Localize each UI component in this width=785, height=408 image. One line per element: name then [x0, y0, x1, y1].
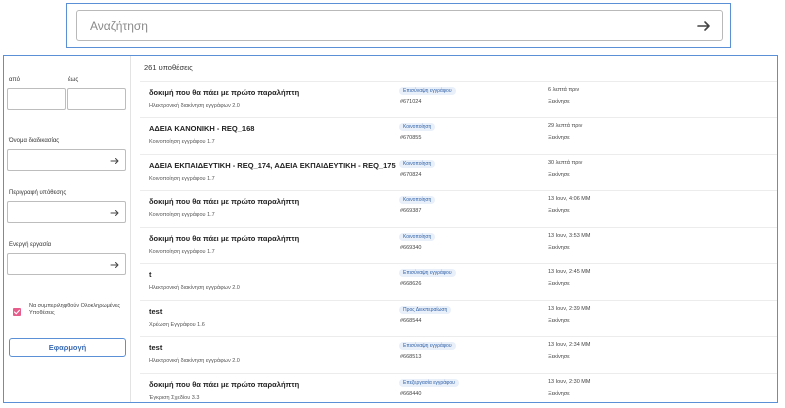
case-number: #670855	[400, 135, 422, 141]
active-task-label: Ενεργή εργασία	[9, 242, 52, 248]
case-time: 6 λεπτά πριν	[548, 87, 580, 93]
case-status: Ξεκίνησε	[548, 172, 570, 178]
case-number: #670824	[400, 172, 422, 178]
case-time: 13 Ιουν, 2:30 ΜΜ	[548, 379, 591, 385]
case-title: δοκιμή που θα πάει με πρώτο παραλήπτη	[149, 380, 300, 389]
task-badge: Επεξεργασία εγγράφου	[399, 379, 459, 387]
case-number: #668513	[400, 354, 422, 360]
case-status: Ξεκίνησε	[548, 281, 570, 287]
case-number: #671024	[400, 99, 422, 105]
include-completed-label: Να συμπεριληφθούν Ολοκληρωμένες Υποθέσει…	[29, 303, 121, 316]
case-title: ΑΔΕΙΑ ΚΑΝΟΝΙΚΗ - REQ_168	[149, 124, 255, 133]
list-item[interactable]: ΑΔΕΙΑ ΕΚΠΑΙΔΕΥΤΙΚΗ - REQ_174, ΑΔΕΙΑ ΕΚΠΑ…	[140, 154, 777, 190]
list-item[interactable]: test Ηλεκτρονική διακίνηση εγγράφων 2.0 …	[140, 336, 777, 372]
arrow-right-icon[interactable]	[110, 156, 120, 166]
case-time: 13 Ιουν, 2:39 ΜΜ	[548, 306, 591, 312]
from-label: από	[9, 77, 20, 83]
case-title: ΑΔΕΙΑ ΕΚΠΑΙΔΕΥΤΙΚΗ - REQ_174, ΑΔΕΙΑ ΕΚΠΑ…	[149, 161, 396, 170]
case-process: Έγκριση Σχεδίου 3.3	[149, 395, 200, 401]
case-time: 30 λεπτά πριν	[548, 160, 583, 166]
list-item[interactable]: δοκιμή που θα πάει με πρώτο παραλήπτη Ηλ…	[140, 81, 777, 117]
case-status: Ξεκίνησε	[548, 391, 570, 397]
apply-button[interactable]: Εφαρμογή	[9, 338, 126, 357]
case-status: Ξεκίνησε	[548, 354, 570, 360]
task-badge: Κοινοποίηση	[399, 196, 436, 204]
arrow-right-icon[interactable]	[696, 18, 712, 34]
case-status: Ξεκίνησε	[548, 245, 570, 251]
case-time: 13 Ιουν, 2:34 ΜΜ	[548, 342, 591, 348]
case-title: t	[149, 270, 152, 279]
results-count: 261 υποθέσεις	[144, 63, 193, 72]
search-input[interactable]: Αναζήτηση	[76, 10, 723, 41]
list-item[interactable]: t Ηλεκτρονική διακίνηση εγγράφων 2.0 Επι…	[140, 263, 777, 299]
arrow-right-icon[interactable]	[110, 208, 120, 218]
case-number: #668626	[400, 281, 422, 287]
case-time: 13 Ιουν, 4:06 ΜΜ	[548, 196, 591, 202]
case-time: 13 Ιουν, 3:53 ΜΜ	[548, 233, 591, 239]
case-status: Ξεκίνησε	[548, 99, 570, 105]
case-process: Χρέωση Εγγράφου 1.6	[149, 322, 205, 328]
task-badge: Επισύναψη εγγράφου	[399, 269, 456, 277]
filters-sidebar: από έως Όνομα διαδικασίας Περιγραφή υπόθ…	[4, 56, 131, 402]
task-badge: Κοινοποίηση	[399, 160, 436, 168]
to-label: έως	[68, 77, 79, 83]
case-number: #669387	[400, 208, 422, 214]
task-badge: Επισύναψη εγγράφου	[399, 342, 456, 350]
case-title: δοκιμή που θα πάει με πρώτο παραλήπτη	[149, 234, 300, 243]
case-process: Κοινοποίηση εγγράφου 1.7	[149, 212, 215, 218]
task-badge: Κοινοποίηση	[399, 233, 436, 241]
list-item[interactable]: δοκιμή που θα πάει με πρώτο παραλήπτη Κο…	[140, 227, 777, 263]
case-process: Κοινοποίηση εγγράφου 1.7	[149, 176, 215, 182]
case-title: δοκιμή που θα πάει με πρώτο παραλήπτη	[149, 88, 300, 97]
task-badge: Κοινοποίηση	[399, 123, 436, 131]
search-bar-container: Αναζήτηση	[66, 3, 731, 48]
task-badge: Επισύναψη εγγράφου	[399, 87, 456, 95]
check-icon	[13, 309, 21, 315]
case-status: Ξεκίνησε	[548, 135, 570, 141]
include-completed-checkbox[interactable]	[13, 308, 21, 316]
list-item[interactable]: δοκιμή που θα πάει με πρώτο παραλήπτη Κο…	[140, 190, 777, 226]
process-name-label: Όνομα διαδικασίας	[9, 138, 60, 144]
case-process: Ηλεκτρονική διακίνηση εγγράφων 2.0	[149, 285, 240, 291]
case-process: Κοινοποίηση εγγράφου 1.7	[149, 249, 215, 255]
case-description-label: Περιγραφή υπόθεσης	[9, 190, 67, 196]
process-name-field[interactable]	[7, 149, 126, 171]
results-list: 261 υποθέσεις δοκιμή που θα πάει με πρώτ…	[140, 56, 777, 402]
search-placeholder: Αναζήτηση	[90, 19, 148, 33]
to-date-field[interactable]	[67, 88, 126, 110]
case-title: test	[149, 307, 163, 316]
case-number: #668544	[400, 318, 422, 324]
case-process: Ηλεκτρονική διακίνηση εγγράφων 2.0	[149, 103, 240, 109]
list-item[interactable]: ΑΔΕΙΑ ΚΑΝΟΝΙΚΗ - REQ_168 Κοινοποίηση εγγ…	[140, 117, 777, 153]
case-number: #668440	[400, 391, 422, 397]
list-item[interactable]: δοκιμή που θα πάει με πρώτο παραλήπτη Έγ…	[140, 373, 777, 402]
case-process: Ηλεκτρονική διακίνηση εγγράφων 2.0	[149, 358, 240, 364]
from-date-field[interactable]	[7, 88, 66, 110]
case-status: Ξεκίνησε	[548, 208, 570, 214]
case-number: #669340	[400, 245, 422, 251]
arrow-right-icon[interactable]	[110, 260, 120, 270]
case-title: test	[149, 343, 163, 352]
case-status: Ξεκίνησε	[548, 318, 570, 324]
case-time: 13 Ιουν, 2:45 ΜΜ	[548, 269, 591, 275]
case-process: Κοινοποίηση εγγράφου 1.7	[149, 139, 215, 145]
case-title: δοκιμή που θα πάει με πρώτο παραλήπτη	[149, 197, 300, 206]
case-time: 29 λεπτά πριν	[548, 123, 583, 129]
task-badge: Προς Διεκπεραίωση	[399, 306, 452, 314]
cases-panel: από έως Όνομα διαδικασίας Περιγραφή υπόθ…	[3, 55, 778, 403]
case-description-field[interactable]	[7, 201, 126, 223]
list-item[interactable]: test Χρέωση Εγγράφου 1.6 Προς Διεκπεραίω…	[140, 300, 777, 336]
active-task-field[interactable]	[7, 253, 126, 275]
